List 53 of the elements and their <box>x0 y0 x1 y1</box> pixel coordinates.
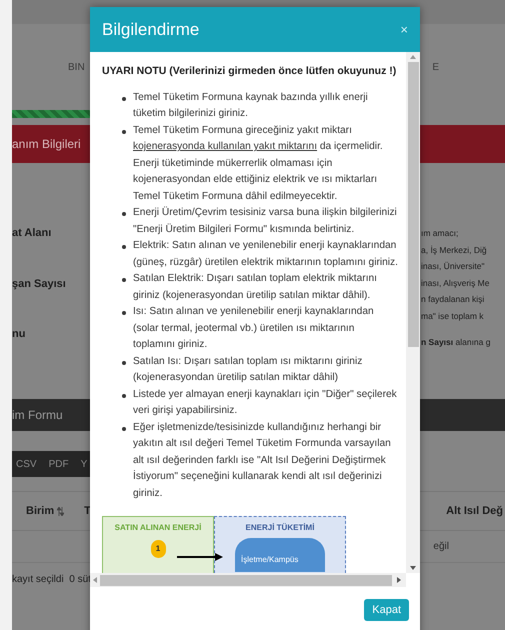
arrow-icon <box>177 553 223 562</box>
scroll-right-icon <box>397 577 401 583</box>
export-button[interactable]: Y <box>80 456 88 472</box>
export-button[interactable]: PDF <box>48 456 69 472</box>
form-label: at Alanı <box>12 226 52 241</box>
note-text: Temel Tüketim Formuna kaynak bazında yıllık enerji tüketim bilgilerinizi giriniz. <box>133 90 369 122</box>
note-text: inası, Alışveriş Me <box>421 276 490 290</box>
column-header[interactable]: T <box>84 502 91 520</box>
column-header[interactable]: Birim <box>26 502 54 520</box>
bullet-icon <box>122 394 126 398</box>
bullet-icon <box>122 278 126 282</box>
bullet-icon <box>122 360 126 365</box>
bullet-icon <box>122 311 126 316</box>
modal-title: Bilgilendirme <box>102 18 200 41</box>
column-header[interactable]: Alt Isıl Değ <box>446 502 503 520</box>
horizontal-scrollbar[interactable] <box>90 573 406 587</box>
form-label: nu <box>12 327 26 342</box>
scrollbar-thumb[interactable] <box>100 574 392 586</box>
step-number: 1 <box>150 540 166 558</box>
note-text: Isı: Satın alınan ve yenilenebilir enerji kaynaklarından (solar termal, jeotermal vb.) üretilen ısı miktarının toplamını giriniz. <box>133 305 375 352</box>
box-title: SATIN ALINAN ENERJİ <box>114 522 202 534</box>
note-text: n Sayısı alanına g <box>421 336 492 349</box>
status-text: kayıt seçildi 0 süt <box>12 572 91 586</box>
note-text: a, İş Merkezi, Diğ <box>421 244 488 257</box>
scrollbar-thumb[interactable] <box>408 62 418 347</box>
note-text: ma" ise toplam k <box>421 310 485 323</box>
export-button[interactable]: CSV <box>16 456 37 472</box>
scroll-left-icon <box>93 577 97 583</box>
bullet-icon <box>122 130 126 134</box>
bullet-icon <box>122 96 126 101</box>
note-text: Satılan Elektrik: Dışarı satılan toplam elektrik miktarını giriniz (kojenerasyondan üretilip satılan miktar dâhil). <box>133 272 378 303</box>
box-title: ENERJİ TÜKETİMİ <box>246 522 314 534</box>
warning-heading: UYARI NOTU (Verilerinizi girmeden önce lütfen okuyunuz !) <box>102 64 398 79</box>
scroll-down-icon <box>410 566 416 570</box>
form-label: şan Sayısı <box>12 276 67 292</box>
close-button[interactable]: × <box>400 23 408 36</box>
close-dialog-button[interactable]: Kapat <box>364 599 409 621</box>
note-text: Satılan Isı: Dışarı satılan toplam ısı miktarını giriniz (kojenerasyondan üretilip satılan miktar dâhil) <box>133 354 364 386</box>
note-text: ım amacı; <box>421 227 460 240</box>
step-label: E <box>432 61 439 75</box>
facility-node: İşletme/Kampüs <box>235 538 325 572</box>
note-text: n faydalanan kişi <box>421 293 486 306</box>
step-label: BIN <box>68 61 85 75</box>
sort-icon <box>57 506 64 516</box>
bullet-icon <box>122 245 126 250</box>
note-text: inası, Üniversite" <box>421 260 486 273</box>
vertical-scrollbar[interactable] <box>406 52 420 573</box>
table-cell-text: eğil <box>433 540 449 554</box>
note-text: Elektrik: Satın alınan ve yenilenebilir enerji kaynaklarından (güneş, rüzgâr) üretilen elektrik miktarının toplamını giriniz. <box>133 239 398 270</box>
bullet-icon <box>122 212 126 216</box>
note-text: Enerji Üretim/Çevrim tesisiniz varsa buna ilişkin bilgilerinizi "Enerji Üretim Bilgileri Formu" kısmında belirtiniz. <box>133 206 398 237</box>
bullet-icon <box>122 426 126 431</box>
scroll-up-icon <box>410 55 416 59</box>
